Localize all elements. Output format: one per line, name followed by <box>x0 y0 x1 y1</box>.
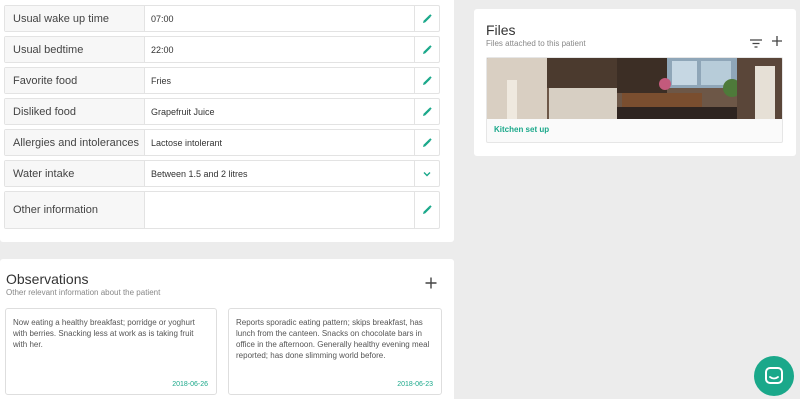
observation-text: Reports sporadic eating pattern; skips b… <box>236 318 430 360</box>
chat-launcher-button[interactable] <box>754 356 794 396</box>
files-title: Files <box>486 22 516 38</box>
chevron-down-icon <box>423 171 431 176</box>
field-row-disliked-food: Disliked food Grapefruit Juice <box>4 98 440 125</box>
field-row-wake-up: Usual wake up time 07:00 <box>4 5 440 32</box>
files-subtitle: Files attached to this patient <box>486 39 586 48</box>
field-value: Fries <box>151 75 171 86</box>
add-observation-button[interactable] <box>424 276 438 295</box>
filter-icon <box>750 39 762 48</box>
field-value: Lactose intolerant <box>151 137 223 148</box>
field-row-water-intake: Water intake Between 1.5 and 2 litres <box>4 160 440 187</box>
pencil-icon <box>423 106 432 116</box>
field-value: Grapefruit Juice <box>151 106 215 117</box>
patient-details-panel: Usual wake up time 07:00 Usual bedtime 2… <box>0 0 454 242</box>
observation-date: 2018-06-26 <box>172 381 208 388</box>
pencil-icon <box>423 205 432 214</box>
files-panel: Files Files attached to this patient Kit… <box>474 9 796 156</box>
field-label: Favorite food <box>5 68 145 93</box>
filter-button[interactable] <box>750 35 762 53</box>
file-thumbnail <box>487 58 782 119</box>
pencil-icon <box>423 137 432 147</box>
field-row-bedtime: Usual bedtime 22:00 <box>4 36 440 63</box>
water-intake-select[interactable]: Between 1.5 and 2 litres <box>151 161 413 186</box>
field-value <box>151 192 413 228</box>
plus-icon <box>772 36 782 46</box>
field-row-favorite-food: Favorite food Fries <box>4 67 440 94</box>
pencil-icon <box>423 75 432 85</box>
edit-button[interactable] <box>414 6 439 31</box>
file-name: Kitchen set up <box>494 125 550 134</box>
edit-button[interactable] <box>414 99 439 124</box>
dropdown-button[interactable] <box>414 161 439 186</box>
field-label: Disliked food <box>5 99 145 124</box>
field-row-allergies: Allergies and intolerances Lactose intol… <box>4 129 440 156</box>
field-label: Usual bedtime <box>5 37 145 62</box>
pencil-icon <box>423 44 432 54</box>
field-label: Usual wake up time <box>5 6 145 31</box>
add-file-button[interactable] <box>771 34 783 52</box>
observations-subtitle: Other relevant information about the pat… <box>6 288 161 297</box>
field-row-other-info: Other information <box>4 191 440 229</box>
observations-title: Observations <box>6 271 89 287</box>
chat-icon <box>765 367 783 384</box>
field-value: 07:00 <box>151 13 174 24</box>
file-card[interactable]: Kitchen set up <box>486 57 783 143</box>
edit-button[interactable] <box>414 68 439 93</box>
field-label: Water intake <box>5 161 145 186</box>
field-value: 22:00 <box>151 44 174 55</box>
plus-icon <box>425 277 437 289</box>
observation-card[interactable]: Now eating a healthy breakfast; porridge… <box>5 308 217 395</box>
edit-button[interactable] <box>414 192 439 228</box>
observation-card[interactable]: Reports sporadic eating pattern; skips b… <box>228 308 442 395</box>
observation-text: Now eating a healthy breakfast; porridge… <box>13 318 195 349</box>
pencil-icon <box>423 13 432 23</box>
field-label: Allergies and intolerances <box>5 130 145 155</box>
edit-button[interactable] <box>414 130 439 155</box>
observation-date: 2018-06-23 <box>397 381 433 388</box>
edit-button[interactable] <box>414 37 439 62</box>
field-label: Other information <box>5 192 145 228</box>
